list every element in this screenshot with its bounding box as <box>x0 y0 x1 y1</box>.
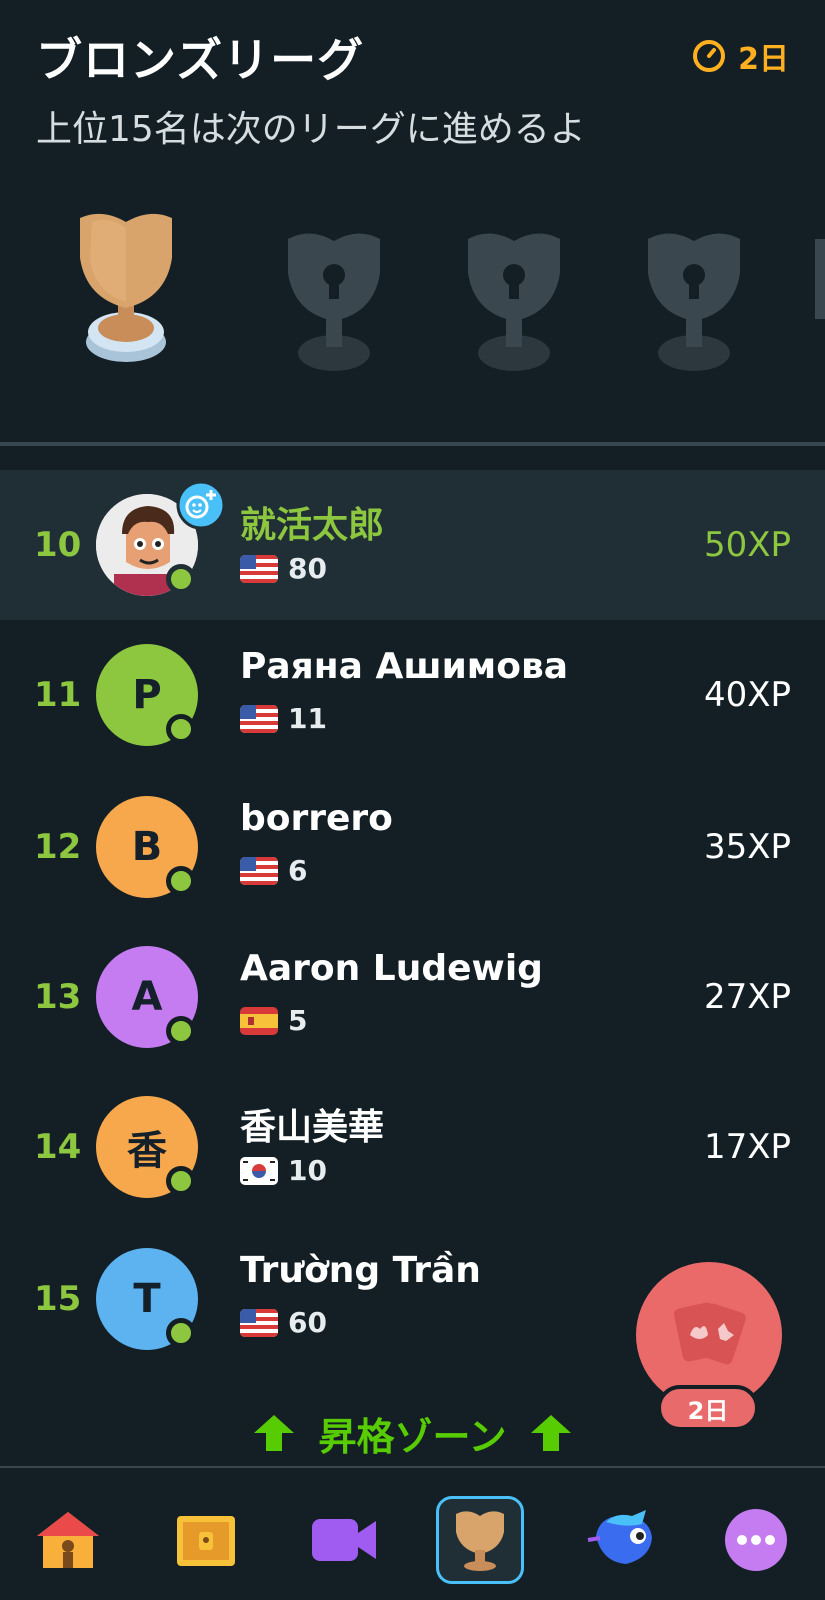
online-status-dot <box>166 564 196 594</box>
user-count: 10 <box>288 1154 327 1187</box>
league-timer[interactable]: 2日 <box>692 34 789 78</box>
nav-video[interactable] <box>300 1496 388 1584</box>
leaderboard-row[interactable]: 14 香 香山美華 10 17XP <box>0 1072 825 1222</box>
locked-trophy-icon[interactable] <box>638 225 750 375</box>
xp-value: 17XP <box>703 1127 791 1167</box>
add-friend-icon[interactable] <box>176 480 226 530</box>
user-count: 6 <box>288 854 308 887</box>
us-flag-icon <box>240 1308 278 1337</box>
user-name: Trường Trần <box>240 1250 481 1291</box>
league-subtitle: 上位15名は次のリーグに進めるよ <box>36 109 586 150</box>
us-flag-icon <box>240 704 278 733</box>
user-count: 60 <box>288 1306 327 1339</box>
user-meta: 60 <box>240 1306 327 1339</box>
user-meta: 5 <box>240 1004 307 1037</box>
user-meta: 80 <box>240 552 327 585</box>
arrow-up-icon <box>254 1415 295 1451</box>
cards-icon <box>673 1302 746 1365</box>
us-flag-icon <box>240 554 278 583</box>
online-status-dot <box>166 866 196 896</box>
rank-number: 11 <box>34 675 82 715</box>
league-trophy-carousel[interactable] <box>0 200 825 400</box>
league-header: ブロンズリーグ 2日 上位15名は次のリーグに進めるよ <box>0 0 825 440</box>
xp-value: 50XP <box>703 525 791 565</box>
nav-character[interactable] <box>578 1496 666 1584</box>
rank-number: 15 <box>34 1279 82 1319</box>
timer-label: 2日 <box>738 42 789 77</box>
avatar-letter: A <box>131 974 163 1020</box>
leaderboard-row[interactable]: 13 A Aaron Ludewig 5 27XP <box>0 922 825 1072</box>
online-status-dot <box>166 1016 196 1046</box>
rank-number: 10 <box>34 525 82 565</box>
video-icon <box>312 1519 376 1561</box>
rank-number: 12 <box>34 827 82 867</box>
header-divider <box>0 442 825 446</box>
es-flag-icon <box>240 1006 278 1035</box>
xp-value: 40XP <box>703 675 791 715</box>
user-meta: 11 <box>240 702 327 735</box>
leaderboard-row[interactable]: 12 B borrero 6 35XP <box>0 772 825 922</box>
nav-treasure[interactable] <box>162 1496 250 1584</box>
locked-trophy-icon[interactable] <box>278 225 390 375</box>
trophy-icon <box>456 1511 504 1571</box>
kr-flag-icon <box>240 1156 278 1185</box>
nav-more[interactable] <box>712 1496 800 1584</box>
rank-number: 13 <box>34 977 82 1017</box>
avatar-letter: B <box>131 824 163 870</box>
user-name: 香山美華 <box>240 1107 385 1148</box>
clock-icon <box>693 40 726 72</box>
user-count: 11 <box>288 702 327 735</box>
bronze-trophy-icon[interactable] <box>66 208 186 368</box>
avatar-letter: 香 <box>127 1128 167 1174</box>
nav-home[interactable] <box>24 1496 112 1584</box>
online-status-dot <box>166 1166 196 1196</box>
us-flag-icon <box>240 856 278 885</box>
locked-trophy-icon[interactable] <box>458 225 570 375</box>
user-name: 就活太郎 <box>240 505 385 546</box>
fab-timer-badge: 2日 <box>657 1385 759 1431</box>
nav-leaderboard[interactable] <box>436 1496 524 1584</box>
user-meta: 10 <box>240 1154 327 1187</box>
avatar-letter: T <box>133 1276 161 1322</box>
xp-value: 35XP <box>703 827 791 867</box>
user-meta: 6 <box>240 854 307 887</box>
promotion-zone-label: 昇格ゾーン <box>318 1414 507 1459</box>
online-status-dot <box>166 1318 196 1348</box>
user-name: borrero <box>240 798 393 839</box>
online-status-dot <box>166 714 196 744</box>
avatar-letter: Р <box>132 672 162 718</box>
treasure-chest-icon <box>177 1516 235 1566</box>
leaderboard-row[interactable]: 11 Р Раяна Ашимова 11 40XP <box>0 620 825 770</box>
user-name: Aaron Ludewig <box>240 948 543 989</box>
locked-trophy-icon[interactable] <box>815 225 825 375</box>
arrow-up-icon <box>530 1415 571 1451</box>
more-icon <box>725 1509 787 1571</box>
xp-value: 27XP <box>703 977 791 1017</box>
character-icon <box>587 1510 652 1564</box>
rank-number: 14 <box>34 1127 82 1167</box>
page-title: ブロンズリーグ <box>36 33 365 87</box>
home-icon <box>37 1512 99 1568</box>
bottom-navigation <box>0 1466 825 1600</box>
leaderboard-row-current-user[interactable]: 10 就活太郎 80 50XP <box>0 470 825 620</box>
user-count: 80 <box>288 552 327 585</box>
user-name: Раяна Ашимова <box>240 646 569 687</box>
user-count: 5 <box>288 1004 308 1037</box>
